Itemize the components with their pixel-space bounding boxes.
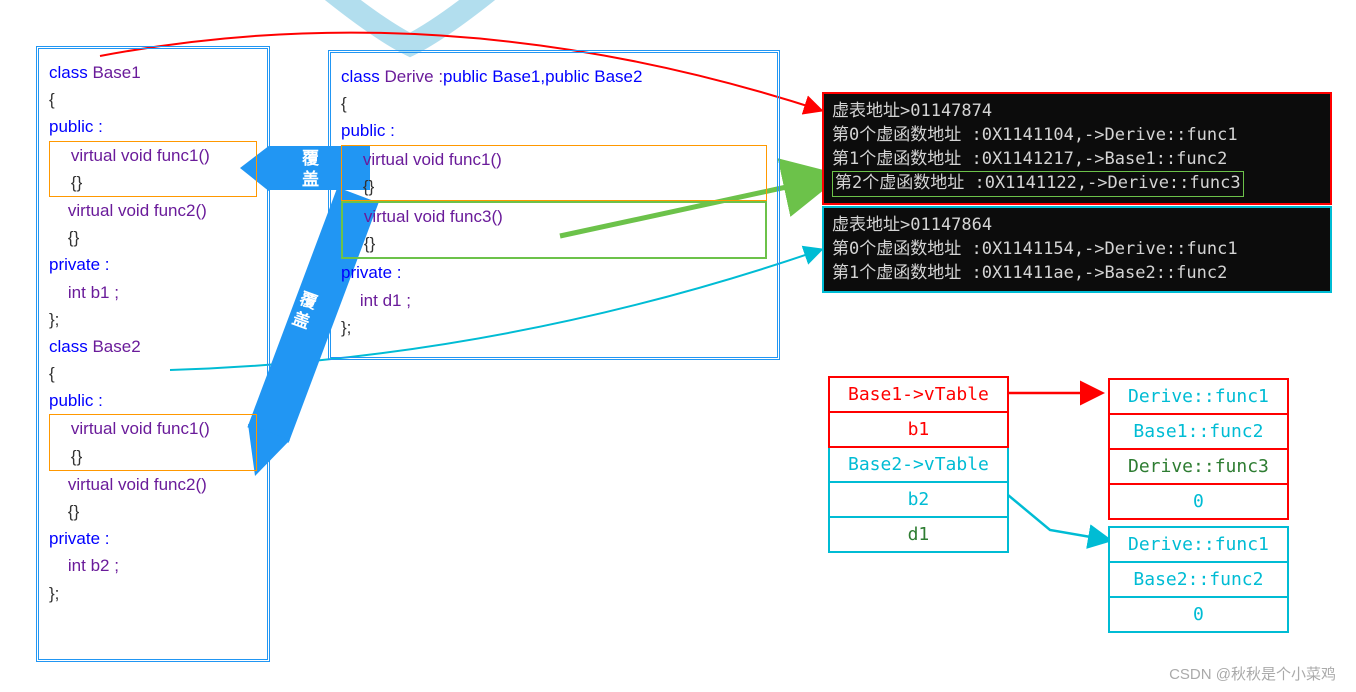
layout-row2: Base2->vTable <box>829 447 1008 482</box>
override-label-2: 覆盖 <box>284 287 322 335</box>
kw-class: class <box>49 337 92 356</box>
vt2-r2: 0 <box>1109 597 1288 632</box>
base1-name: Base1 <box>92 63 140 82</box>
object-layout-table: Base1->vTable b1 Base2->vTable b2 d1 <box>828 376 1009 553</box>
base1-func2-body: {} <box>49 224 257 251</box>
brace: { <box>341 90 767 117</box>
public-kw: public : <box>49 387 257 414</box>
console1-line1: 第0个虚函数地址 :0X1141104,->Derive::func1 <box>832 124 1322 148</box>
derive-func1-sig: virtual void func1() <box>344 146 764 173</box>
console1-line3-highlight: 第2个虚函数地址 :0X1141122,->Derive::func3 <box>832 171 1244 197</box>
public-kw: public : <box>49 113 257 140</box>
derive-inherit: public Base1,public Base2 <box>443 67 642 86</box>
derive-func1-highlight: virtual void func1() {} <box>341 145 767 201</box>
base2-func2-sig: virtual void func2() <box>49 471 257 498</box>
vt1-r2: Derive::func3 <box>1109 449 1288 484</box>
base1-func2-sig: virtual void func2() <box>49 197 257 224</box>
base2-func1-body: {} <box>52 443 254 470</box>
derive-func1-body: {} <box>344 173 764 200</box>
console1-line3: 第2个虚函数地址 :0X1141122,->Derive::func3 <box>835 173 1241 193</box>
console1-line2: 第1个虚函数地址 :0X1141217,->Base1::func2 <box>832 148 1322 172</box>
vtable1-table: Derive::func1 Base1::func2 Derive::func3… <box>1108 378 1289 520</box>
vt1-r3: 0 <box>1109 484 1288 519</box>
console2-line2: 第1个虚函数地址 :0X11411ae,->Base2::func2 <box>832 262 1322 286</box>
base2-func1-highlight: virtual void func1() {} <box>49 414 257 470</box>
base1-func1-sig: virtual void func1() <box>52 142 254 169</box>
derive-func3-sig: virtual void func3() <box>345 203 763 230</box>
base-classes-box: class Base1 { public : virtual void func… <box>36 46 270 662</box>
derive-name: Derive : <box>384 67 443 86</box>
base2-member: int b2 ; <box>49 552 257 579</box>
base1-func1-highlight: virtual void func1() {} <box>49 141 257 197</box>
console2-line1: 第0个虚函数地址 :0X1141154,->Derive::func1 <box>832 238 1322 262</box>
kw-class: class <box>49 63 92 82</box>
brace: }; <box>49 580 257 607</box>
vt1-r0: Derive::func1 <box>1109 379 1288 414</box>
private-kw: private : <box>49 251 257 278</box>
derive-func3-highlight: virtual void func3() {} <box>341 201 767 259</box>
private-kw: private : <box>341 259 767 286</box>
brace: { <box>49 86 257 113</box>
console2-line0: 虚表地址>01147864 <box>832 214 1322 238</box>
base2-func2-body: {} <box>49 498 257 525</box>
private-kw: private : <box>49 525 257 552</box>
console-vtable2: 虚表地址>01147864 第0个虚函数地址 :0X1141154,->Deri… <box>822 206 1332 293</box>
layout-row1: b1 <box>829 412 1008 447</box>
watermark: CSDN @秋秋是个小菜鸡 <box>1169 663 1336 684</box>
layout-row3: b2 <box>829 482 1008 517</box>
brace: }; <box>341 314 767 341</box>
base1-func1-body: {} <box>52 169 254 196</box>
derive-class-box: class Derive :public Base1,public Base2 … <box>328 50 780 360</box>
vt1-r1: Base1::func2 <box>1109 414 1288 449</box>
console-vtable1: 虚表地址>01147874 第0个虚函数地址 :0X1141104,->Deri… <box>822 92 1332 205</box>
derive-member: int d1 ; <box>341 287 767 314</box>
public-kw: public : <box>341 117 767 144</box>
derive-func3-body: {} <box>345 230 763 257</box>
base1-member: int b1 ; <box>49 279 257 306</box>
brace: { <box>49 360 257 387</box>
console1-line0: 虚表地址>01147874 <box>832 100 1322 124</box>
vt2-r0: Derive::func1 <box>1109 527 1288 562</box>
override-label-1: 覆盖 <box>296 149 321 191</box>
vtable2-table: Derive::func1 Base2::func2 0 <box>1108 526 1289 633</box>
layout-row4: d1 <box>829 517 1008 552</box>
base2-name: Base2 <box>92 337 140 356</box>
layout-row0: Base1->vTable <box>829 377 1008 412</box>
vt2-r1: Base2::func2 <box>1109 562 1288 597</box>
brace: }; <box>49 306 257 333</box>
kw-class: class <box>341 67 384 86</box>
base2-func1-sig: virtual void func1() <box>52 415 254 442</box>
